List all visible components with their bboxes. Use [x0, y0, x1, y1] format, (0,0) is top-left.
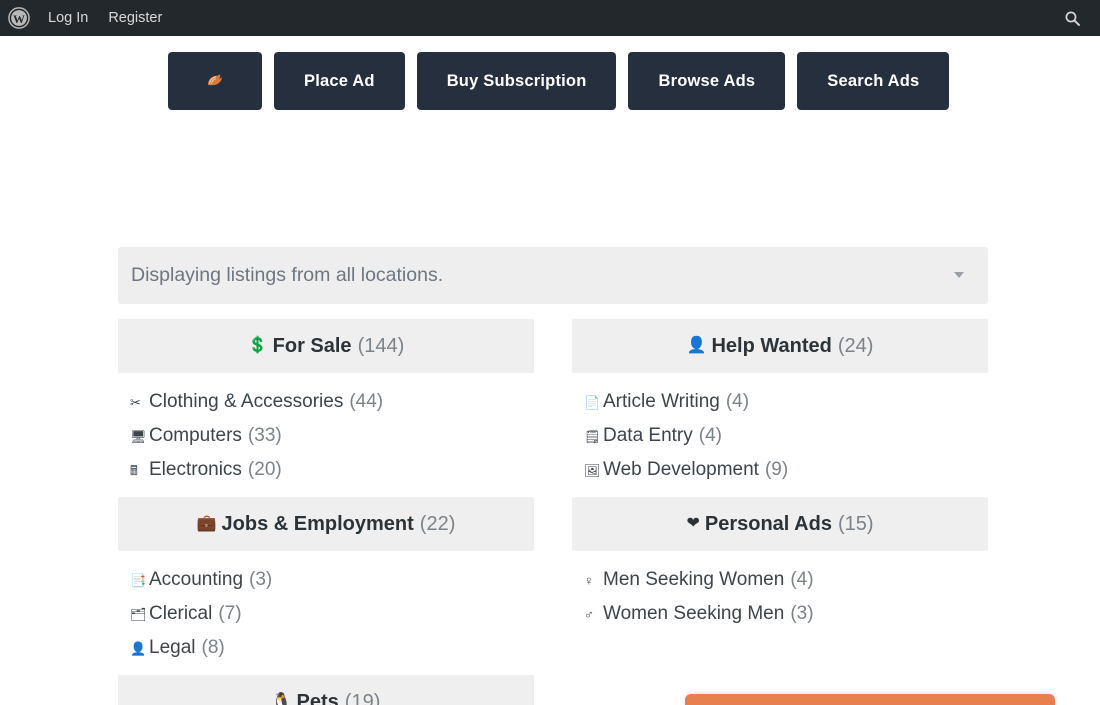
adminbar-item-login[interactable]: Log In	[38, 0, 98, 36]
ledger-icon: 📑	[130, 572, 147, 588]
html-file-icon: 🖼	[584, 462, 601, 478]
category-count: (15)	[837, 512, 874, 535]
rss-feed-icon	[205, 70, 225, 92]
category-block-pets: 🐧 Pets (19) 💵 Pets for sale (10)	[118, 675, 534, 705]
subcategory-label[interactable]: Legal	[149, 631, 196, 665]
subcategory-count: (4)	[725, 391, 750, 412]
subcategory-list: ✂ Clothing & Accessories (44) 🖥 Computer…	[118, 373, 534, 497]
nav-button-home[interactable]	[168, 52, 262, 110]
spreadsheet-icon: 🗒	[584, 428, 601, 444]
svg-text:W: W	[13, 12, 25, 26]
nav-button-browse-ads[interactable]: Browse Ads	[628, 52, 786, 110]
subcategory-count: (7)	[218, 603, 242, 624]
subcategory-count: (44)	[349, 391, 384, 412]
search-icon[interactable]	[1054, 0, 1090, 36]
subcategory-label[interactable]: Data Entry	[603, 419, 693, 453]
wp-admin-bar: W Log In Register	[0, 0, 1100, 36]
category-title[interactable]: Pets	[297, 691, 339, 705]
scissors-icon: ✂	[130, 394, 141, 410]
category-count: (144)	[357, 334, 405, 357]
subcategory-label[interactable]: Clothing & Accessories	[149, 385, 343, 419]
main-navigation: Place Ad Buy Subscription Browse Ads Sea…	[168, 52, 1028, 110]
chevron-down-icon	[954, 272, 964, 278]
nav-button-place-ad[interactable]: Place Ad	[274, 52, 405, 110]
category-title[interactable]: Jobs & Employment	[222, 513, 414, 536]
penguin-icon: 🐧	[271, 693, 292, 705]
category-grid: 💲 For Sale (144) ✂ Clothing & Accessorie…	[118, 319, 988, 705]
adminbar-item-register[interactable]: Register	[98, 0, 172, 36]
subcategory-list: ♀ Men Seeking Women (4) ♂ Women Seeking …	[572, 551, 988, 641]
category-block-help-wanted: 👤 Help Wanted (24) 📄 Article Writing (4)…	[572, 319, 988, 497]
category-block-jobs-employment: 💼 Jobs & Employment (22) 📑 Accounting (3…	[118, 497, 534, 675]
location-filter-label: Displaying listings from all locations.	[131, 264, 444, 286]
category-header: 👤 Help Wanted (24)	[572, 319, 988, 373]
person-arrow-icon: 👤	[686, 337, 707, 354]
category-title[interactable]: Personal Ads	[705, 513, 832, 536]
subcategory-count: (9)	[764, 459, 789, 480]
category-block-for-sale: 💲 For Sale (144) ✂ Clothing & Accessorie…	[118, 319, 534, 497]
computer-icon: 🖥	[130, 428, 147, 444]
category-count: (19)	[344, 690, 381, 705]
category-title[interactable]: For Sale	[273, 335, 352, 358]
heart-icon: ❤	[686, 515, 700, 532]
category-header: 💲 For Sale (144)	[118, 319, 534, 373]
list-item[interactable]: ✂ Clothing & Accessories (44)	[130, 385, 534, 419]
person-red-icon: 👤	[130, 640, 147, 656]
list-item[interactable]: 📑 Accounting (3)	[130, 563, 534, 597]
list-item[interactable]: 📄 Article Writing (4)	[584, 385, 988, 419]
folder-document-icon: 🗂	[130, 606, 147, 622]
subcategory-count: (3)	[790, 603, 814, 624]
list-item[interactable]: 👤 Legal (8)	[130, 631, 534, 665]
nav-button-buy-subscription[interactable]: Buy Subscription	[416, 52, 617, 110]
wordpress-logo-icon[interactable]: W	[0, 0, 38, 36]
dollar-icon: 💲	[247, 337, 268, 354]
subcategory-count: (4)	[790, 569, 814, 590]
location-filter-dropdown[interactable]: Displaying listings from all locations.	[118, 247, 988, 304]
list-item[interactable]: ♀ Men Seeking Women (4)	[584, 563, 988, 597]
category-count: (24)	[837, 334, 874, 357]
subcategory-label[interactable]: Clerical	[149, 597, 212, 631]
subcategory-label[interactable]: Computers	[149, 419, 242, 453]
subcategory-list: 📑 Accounting (3) 🗂 Clerical (7) 👤 Legal …	[118, 551, 534, 675]
promo-widget[interactable]: Secrets of Great Classified Sites	[685, 694, 1055, 705]
page-content: Place Ad Buy Subscription Browse Ads Sea…	[0, 36, 1100, 705]
category-header: 🐧 Pets (19)	[118, 675, 534, 705]
nav-button-search-ads[interactable]: Search Ads	[797, 52, 950, 110]
list-item[interactable]: 🖥 Computers (33)	[130, 419, 534, 453]
list-item[interactable]: 🗒 Data Entry (4)	[584, 419, 988, 453]
subcategory-count: (8)	[201, 637, 225, 658]
list-item[interactable]: 🗂 Clerical (7)	[130, 597, 534, 631]
category-header: 💼 Jobs & Employment (22)	[118, 497, 534, 551]
list-item[interactable]: ♂ Women Seeking Men (3)	[584, 597, 988, 631]
calculator-icon: 🖩	[130, 462, 138, 478]
list-item[interactable]: 🖼 Web Development (9)	[584, 453, 988, 487]
male-symbol-icon: ♂	[584, 606, 594, 622]
subcategory-count: (3)	[249, 569, 273, 590]
subcategory-label[interactable]: Women Seeking Men	[603, 597, 784, 631]
subcategory-count: (4)	[698, 425, 722, 446]
category-title[interactable]: Help Wanted	[711, 335, 831, 358]
subcategory-label[interactable]: Electronics	[149, 453, 242, 487]
subcategory-label[interactable]: Accounting	[149, 563, 243, 597]
subcategory-count: (33)	[247, 425, 282, 446]
subcategory-label[interactable]: Web Development	[603, 453, 759, 487]
scroll-icon: 📄	[584, 394, 601, 410]
category-header: ❤ Personal Ads (15)	[572, 497, 988, 551]
list-item[interactable]: 🖩 Electronics (20)	[130, 453, 534, 487]
subcategory-label[interactable]: Men Seeking Women	[603, 563, 784, 597]
category-block-personal-ads: ❤ Personal Ads (15) ♀ Men Seeking Women …	[572, 497, 988, 675]
female-symbol-icon: ♀	[584, 572, 594, 588]
subcategory-list: 📄 Article Writing (4) 🗒 Data Entry (4) 🖼…	[572, 373, 988, 497]
subcategory-label[interactable]: Article Writing	[603, 385, 720, 419]
category-count: (22)	[419, 512, 456, 535]
briefcase-icon: 💼	[196, 515, 217, 532]
subcategory-count: (20)	[247, 459, 282, 480]
